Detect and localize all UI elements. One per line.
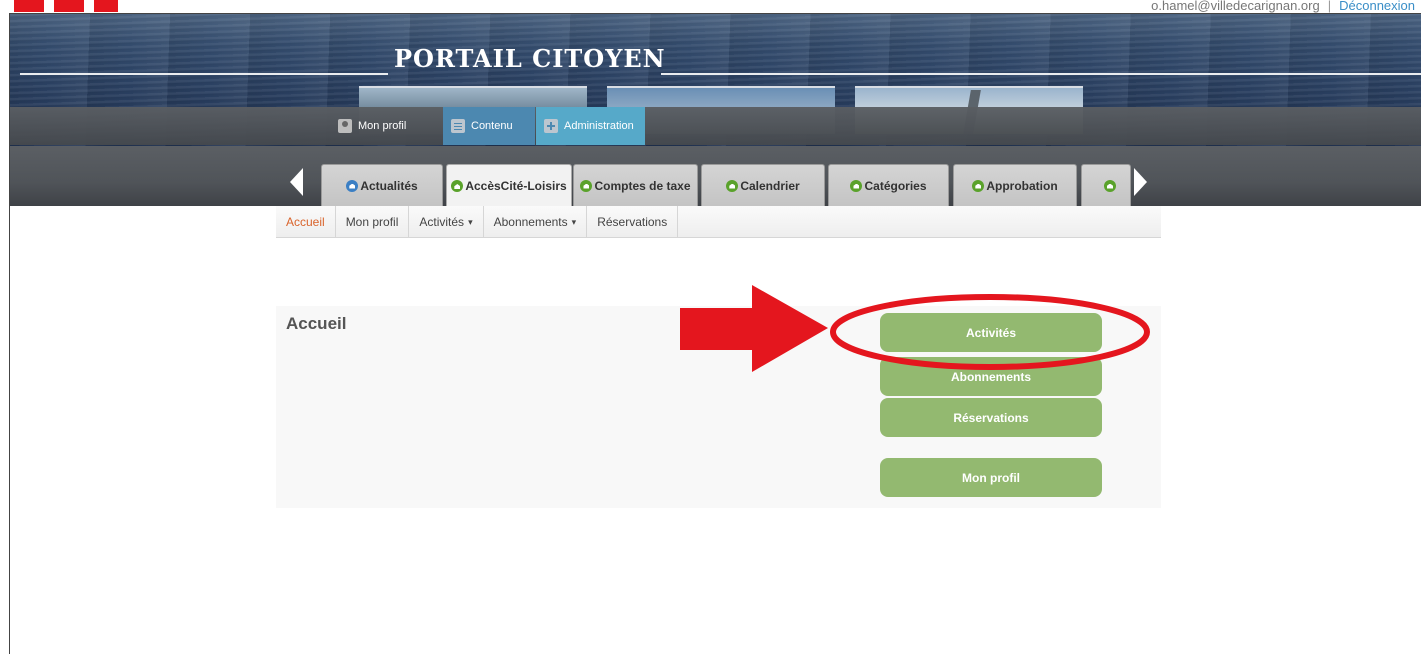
separator: | [1327, 0, 1332, 13]
user-bar: o.hamel@villedecarignan.org | Déconnexion [1151, 0, 1415, 13]
city-logo [14, 0, 118, 12]
user-email: o.hamel@villedecarignan.org [1151, 0, 1320, 13]
logout-link[interactable]: Déconnexion [1339, 0, 1415, 13]
window-frame [9, 13, 1421, 654]
